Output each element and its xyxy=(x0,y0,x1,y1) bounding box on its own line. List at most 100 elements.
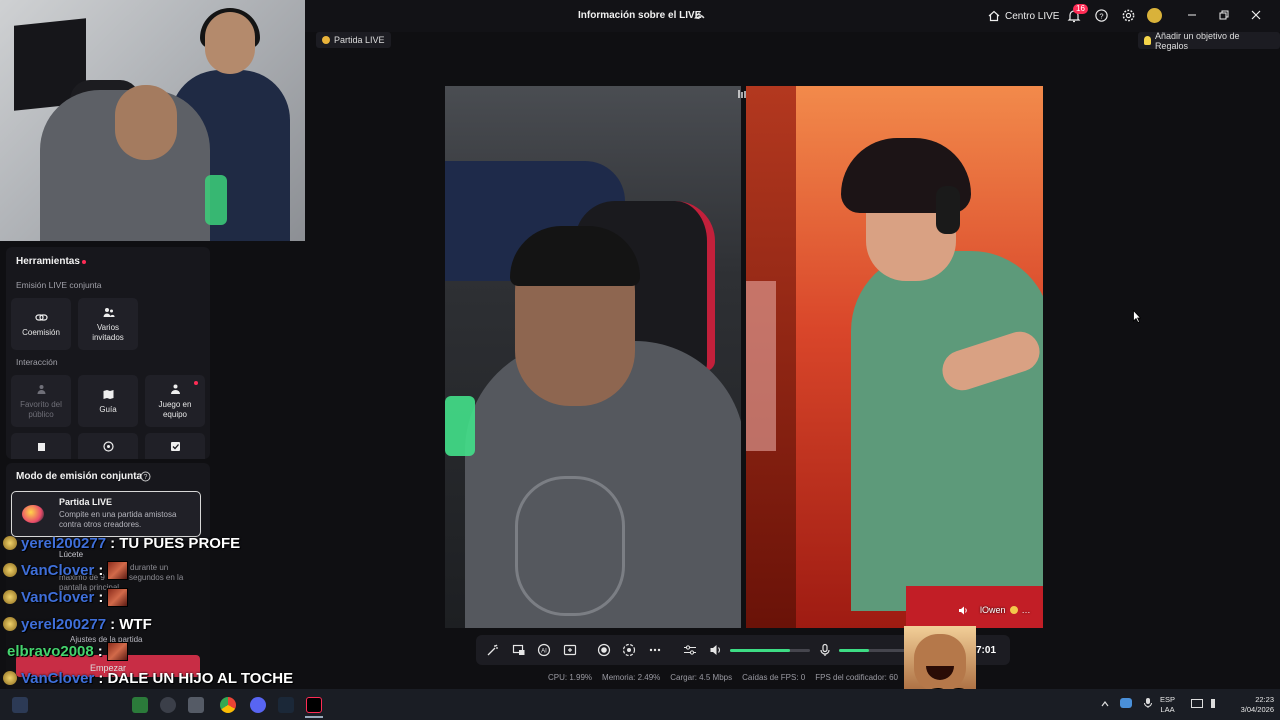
restore-icon[interactable] xyxy=(1218,9,1230,21)
minimize-icon[interactable] xyxy=(1186,9,1198,21)
help-icon[interactable]: ? xyxy=(140,471,151,482)
chat-message: VanClover : DALE UN HIJO AL TOCHE xyxy=(3,667,293,689)
favorito-publico-label: Favorito del público xyxy=(20,399,62,419)
chat-badge-icon xyxy=(3,671,17,685)
partida-card-desc: Compite en una partida amistosa contra o… xyxy=(59,510,177,529)
lang-top: ESP xyxy=(1160,695,1176,704)
chat-message: elbravo2008 : xyxy=(3,640,128,662)
live-info-title[interactable]: Información sobre el LIVE xyxy=(578,10,701,21)
emoji-icon xyxy=(1009,606,1018,614)
microphone-icon[interactable] xyxy=(818,643,832,657)
chat-text: : xyxy=(98,561,104,579)
microphone-icon[interactable] xyxy=(1143,697,1153,709)
coemision-button[interactable]: Coemisión xyxy=(11,298,71,350)
lang-bottom: LAA xyxy=(1160,705,1175,714)
volume-slider-fill xyxy=(730,649,790,652)
partida-live-icon xyxy=(22,505,44,523)
more-dots-icon[interactable]: … xyxy=(1022,605,1031,615)
media-player-icon[interactable] xyxy=(132,697,148,713)
chat-badge-icon xyxy=(3,563,17,577)
encoder-fps-stat: FPS del codificador: 60 xyxy=(815,673,898,682)
guest-label: lOwen … xyxy=(958,605,1031,615)
interaction-section-label: Interacción xyxy=(16,357,58,367)
avatar[interactable] xyxy=(1147,8,1162,23)
obs-icon[interactable] xyxy=(160,697,176,713)
screen-share-icon[interactable] xyxy=(512,643,526,657)
partida-card-title: Partida LIVE xyxy=(59,497,113,507)
close-icon[interactable] xyxy=(1250,9,1262,21)
chat-username: VanClover xyxy=(21,561,95,579)
chat-text: : WTF xyxy=(110,615,152,633)
upload-stat: Cargar: 4.5 Mbps xyxy=(670,673,733,682)
centro-live-label: Centro LIVE xyxy=(1005,10,1060,22)
clock-date: 3/04/2026 xyxy=(1240,705,1274,714)
emote-icon xyxy=(107,587,129,607)
gift-goal-button[interactable]: Añadir un objetivo de Regalos xyxy=(1138,31,1280,51)
tool-row3-item1[interactable] xyxy=(11,433,71,459)
guia-label: Guía xyxy=(99,404,117,414)
volume-icon[interactable] xyxy=(709,643,723,657)
juego-equipo-label: Juego en equipo xyxy=(158,399,192,419)
tools-title: Herramientas xyxy=(16,256,80,267)
link-icon xyxy=(34,313,48,321)
tool-row3-item2[interactable] xyxy=(78,433,138,459)
discord-icon[interactable] xyxy=(250,697,266,713)
tool-row3-item3[interactable] xyxy=(145,433,205,459)
magic-wand-icon[interactable] xyxy=(486,643,500,657)
ai-effects-icon[interactable]: AI xyxy=(537,643,551,657)
cloud-icon[interactable] xyxy=(1120,698,1132,708)
speaker-icon[interactable] xyxy=(958,606,968,615)
tiktok-icon[interactable] xyxy=(306,697,322,713)
svg-text:?: ? xyxy=(1099,11,1103,20)
host-video xyxy=(445,86,741,628)
favorito-publico-button[interactable]: Favorito del público xyxy=(11,375,71,427)
lucete-desc-1: durante un xyxy=(130,563,169,572)
centro-live-button[interactable]: Centro LIVE xyxy=(988,8,1059,24)
chat-username: yerel200277 xyxy=(21,615,107,633)
varios-invitados-button[interactable]: Varios invitados xyxy=(78,298,138,350)
chevron-up-icon[interactable] xyxy=(1100,699,1110,709)
target-icon xyxy=(102,440,114,452)
tools-new-dot xyxy=(82,260,86,264)
juego-equipo-new-dot xyxy=(194,381,198,385)
gear-icon[interactable] xyxy=(1121,8,1136,23)
help-icon[interactable]: ? xyxy=(1094,8,1109,23)
clock-time: 22:23 xyxy=(1255,695,1274,704)
speaker-icon[interactable] xyxy=(1211,699,1215,708)
volume-slider[interactable] xyxy=(730,649,810,652)
chat-message: yerel200277 : TU PUES PROFE xyxy=(3,532,240,554)
partida-live-chip[interactable]: Partida LIVE xyxy=(316,32,391,48)
share-icon[interactable] xyxy=(693,9,705,21)
chat-text: : DALE UN HIJO AL TOCHE xyxy=(98,669,294,687)
cpu-stat: CPU: 1.99% xyxy=(548,673,593,682)
active-indicator xyxy=(305,716,323,718)
steam-icon[interactable] xyxy=(278,697,294,713)
capture-icon[interactable] xyxy=(622,643,636,657)
dropped-frames-stat: Caídas de FPS: 0 xyxy=(742,673,806,682)
webcam-overlay xyxy=(0,0,305,241)
settings-sliders-icon[interactable] xyxy=(683,643,697,657)
guia-button[interactable]: Guía xyxy=(78,375,138,427)
chat-username: yerel200277 xyxy=(21,534,107,552)
more-options-icon[interactable] xyxy=(648,643,662,657)
clock[interactable]: 22:23 3/04/2026 xyxy=(1224,695,1274,715)
record-icon[interactable] xyxy=(597,643,611,657)
start-icon[interactable] xyxy=(12,697,28,713)
input-language[interactable]: ESP LAA xyxy=(1160,695,1175,715)
chat-badge-icon xyxy=(3,536,17,550)
add-source-icon[interactable] xyxy=(563,643,577,657)
monitor-icon[interactable] xyxy=(1191,699,1203,708)
chat-message: VanClover : xyxy=(3,586,129,608)
mouse-cursor-icon xyxy=(1133,310,1141,323)
chat-username: VanClover xyxy=(21,588,95,606)
chat-badge-icon xyxy=(3,617,17,631)
chat-username: VanClover xyxy=(21,669,95,687)
mic-slider[interactable] xyxy=(839,649,905,652)
home-icon xyxy=(988,10,1000,22)
guest-video xyxy=(746,86,1043,628)
chat-text: : xyxy=(98,588,104,606)
chrome-icon[interactable] xyxy=(220,697,236,713)
battle-timer: 7:01 xyxy=(976,645,997,656)
emote-icon xyxy=(106,641,128,661)
app-icon[interactable] xyxy=(188,697,204,713)
